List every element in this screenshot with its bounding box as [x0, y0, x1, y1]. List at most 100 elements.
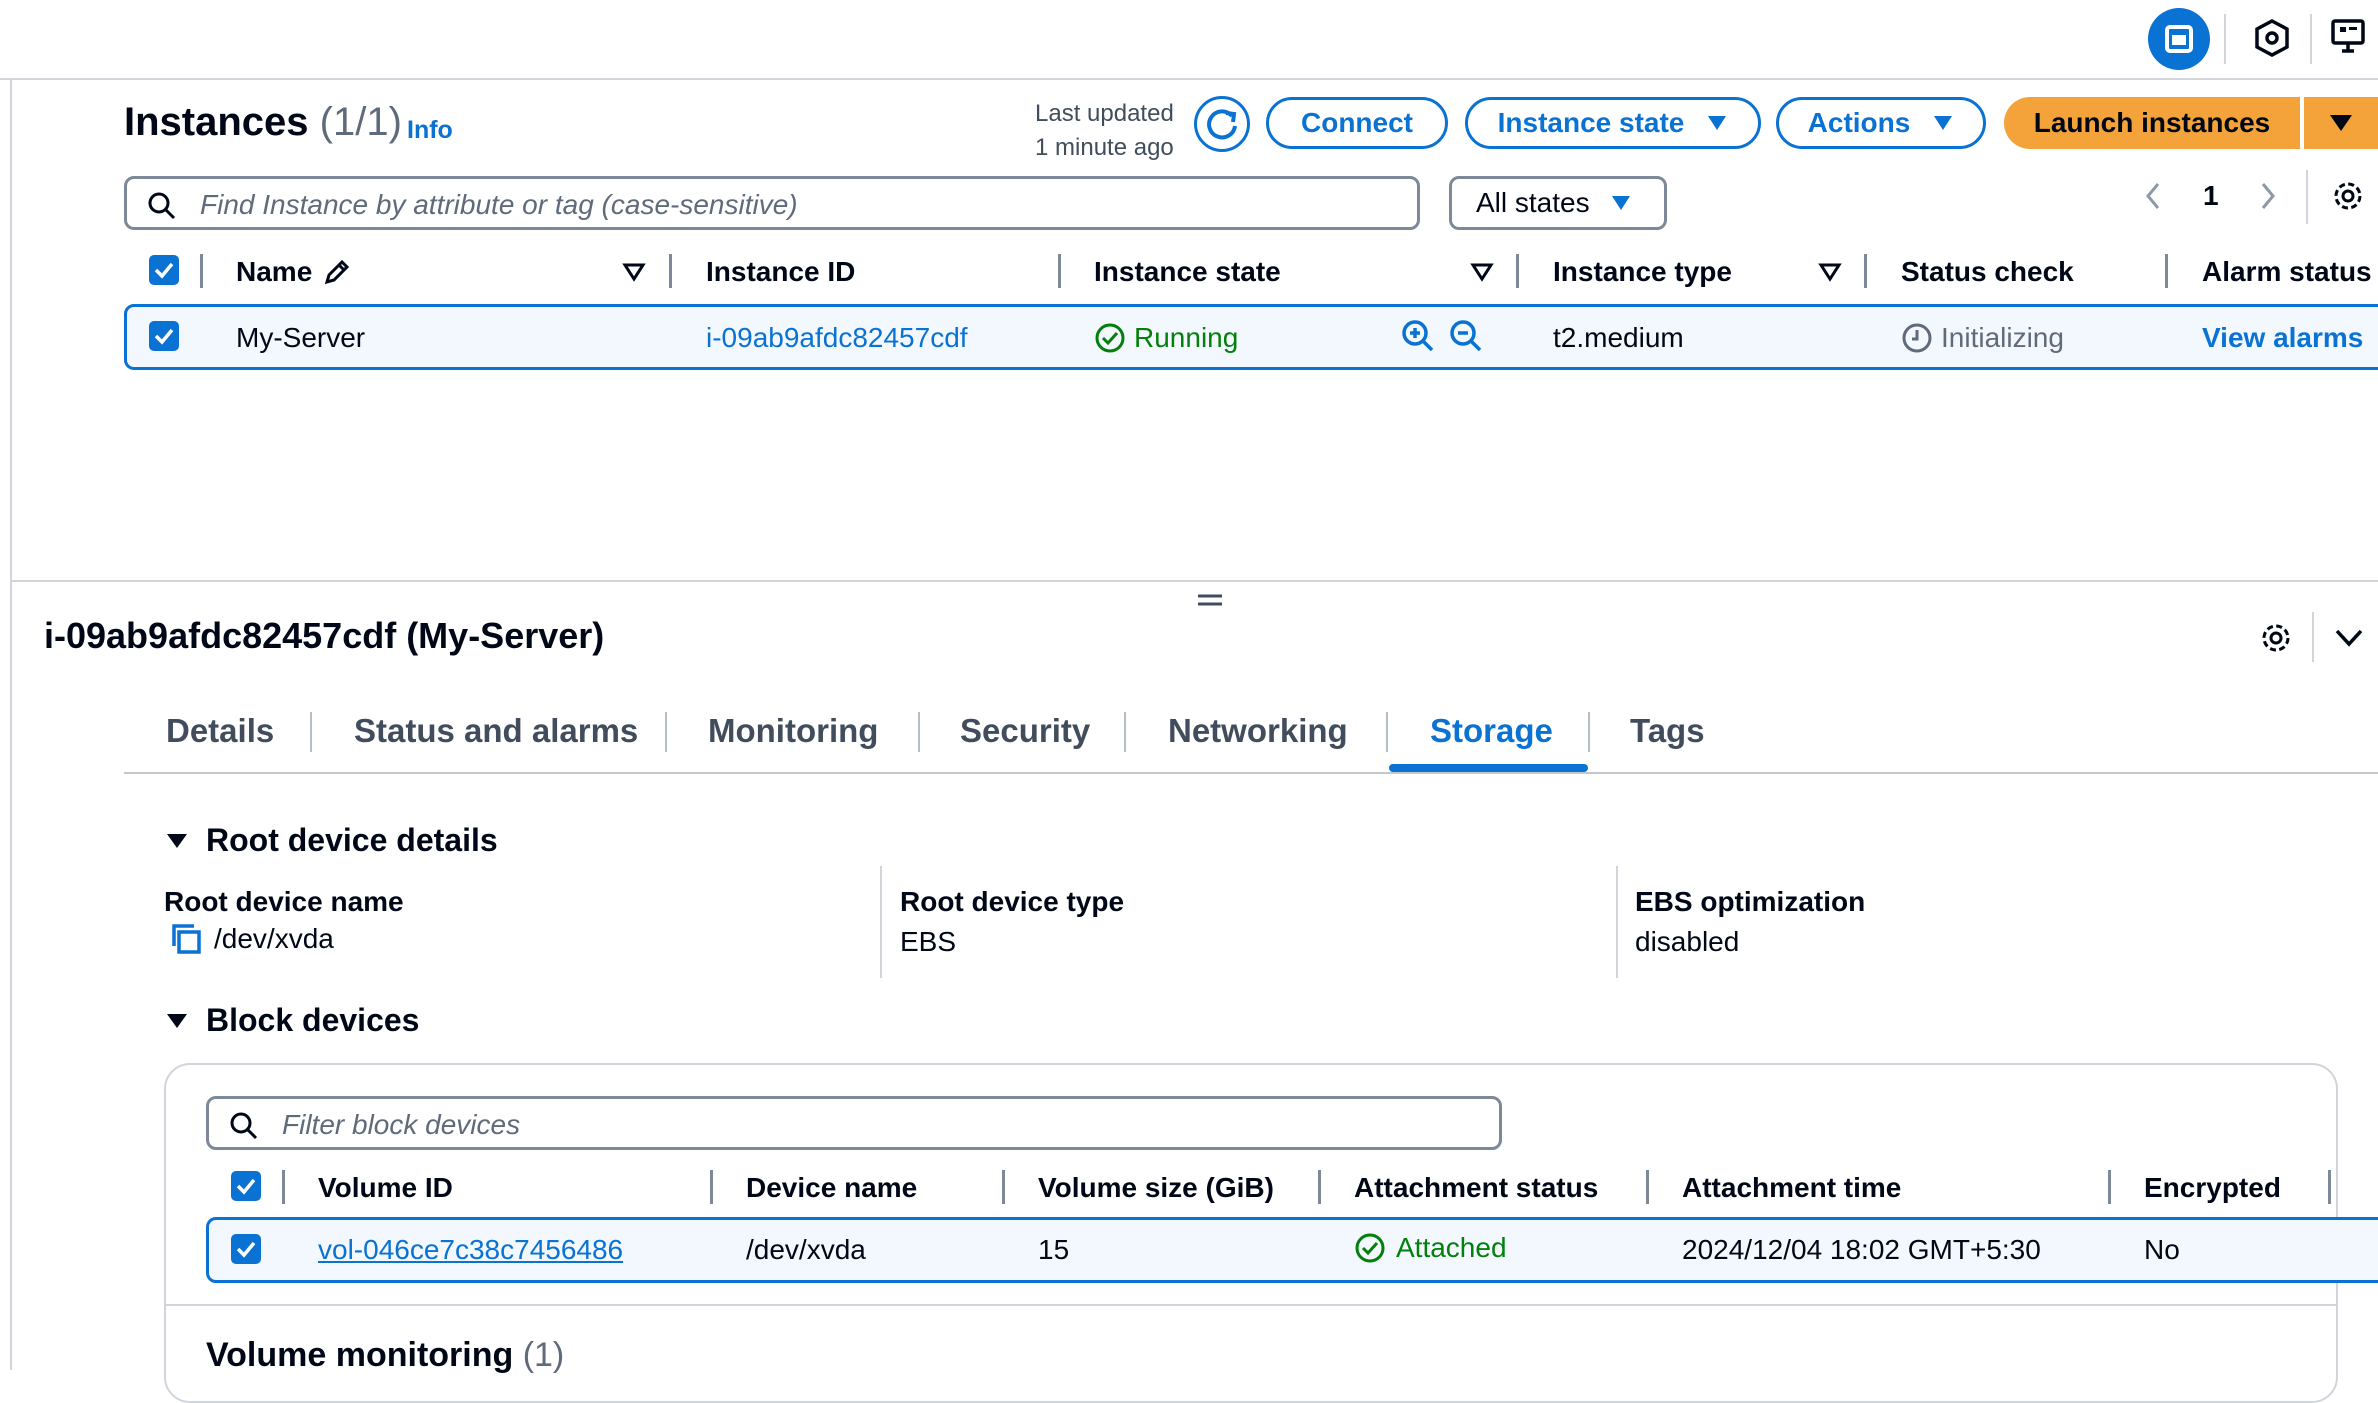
column-divider — [1516, 254, 1519, 288]
monitor-icon[interactable] — [2330, 18, 2370, 58]
gear-icon[interactable] — [2330, 178, 2366, 214]
active-tab-indicator — [1389, 764, 1588, 772]
caret-down-icon — [1708, 116, 1727, 130]
block-section-header[interactable]: Block devices — [166, 1002, 419, 1039]
col-header-encrypted[interactable]: Encrypted — [2144, 1172, 2281, 1204]
status-check-badge: Initializing — [1901, 322, 2064, 354]
instance-state-label: Instance state — [1497, 107, 1685, 138]
block-filter-input[interactable]: Filter block devices — [206, 1096, 1502, 1150]
attachment-status-badge: Attached — [1354, 1232, 1507, 1264]
instances-count: (1/1) — [319, 100, 402, 144]
root-section-header[interactable]: Root device details — [166, 822, 498, 859]
page-title: Instances (1/1) — [124, 100, 402, 145]
connect-button[interactable]: Connect — [1266, 97, 1448, 149]
launch-dropdown-button[interactable] — [2304, 97, 2378, 149]
kv-divider — [880, 866, 882, 978]
col-header-name[interactable]: Name — [236, 256, 352, 288]
instance-id-link[interactable]: i-09ab9afdc82457cdf — [706, 322, 968, 354]
gear-icon[interactable] — [2258, 620, 2294, 656]
column-divider — [669, 254, 672, 288]
content-left-border — [10, 78, 12, 1370]
column-divider — [2328, 1170, 2331, 1204]
chevron-down-icon[interactable] — [2334, 626, 2364, 650]
zoom-out-icon[interactable] — [1448, 318, 1484, 354]
col-header-device-name[interactable]: Device name — [746, 1172, 917, 1204]
copy-icon[interactable] — [170, 922, 204, 956]
tab-security[interactable]: Security — [960, 712, 1090, 750]
col-header-instance-state[interactable]: Instance state — [1094, 256, 1281, 288]
instance-state-value: Running — [1134, 322, 1239, 353]
tab-networking[interactable]: Networking — [1168, 712, 1348, 750]
actions-button[interactable]: Actions — [1776, 97, 1986, 149]
detail-title: i-09ab9afdc82457cdf (My-Server) — [44, 615, 605, 656]
launch-instances-button[interactable]: Launch instances — [2004, 97, 2300, 149]
ebs-opt-value: disabled — [1635, 926, 1740, 957]
tab-tags[interactable]: Tags — [1630, 712, 1705, 750]
last-updated-label: Last updated — [1035, 100, 1174, 127]
page-number[interactable]: 1 — [2203, 180, 2219, 212]
tab-divider — [1124, 712, 1126, 752]
volume-size-value: 15 — [1038, 1234, 1070, 1265]
block-section-title: Block devices — [206, 1002, 420, 1038]
instance-state-button[interactable]: Instance state — [1465, 97, 1761, 149]
search-placeholder: Find Instance by attribute or tag (case-… — [200, 189, 798, 220]
tab-divider — [665, 712, 667, 752]
pagination-divider — [2306, 170, 2308, 224]
connect-label: Connect — [1301, 107, 1413, 138]
panel-toggle-icon[interactable] — [2148, 8, 2210, 70]
success-check-icon — [1355, 1233, 1385, 1263]
sort-icon[interactable] — [1470, 262, 1494, 282]
last-updated-value: 1 minute ago — [1035, 134, 1174, 161]
kv-divider — [1616, 866, 1618, 978]
root-section-title: Root device details — [206, 822, 498, 858]
col-header-instance-id[interactable]: Instance ID — [706, 256, 855, 288]
column-divider — [1646, 1170, 1649, 1204]
column-divider — [1318, 1170, 1321, 1204]
root-name-label: Root device name — [164, 886, 404, 917]
instance-name: My-Server — [236, 322, 366, 353]
col-header-attachment-time[interactable]: Attachment time — [1682, 1172, 1901, 1204]
tab-storage[interactable]: Storage — [1430, 712, 1553, 750]
block-table-bottom-divider — [166, 1304, 2336, 1306]
sort-icon[interactable] — [1818, 262, 1842, 282]
col-header-volume-size[interactable]: Volume size (GiB) — [1038, 1172, 1274, 1204]
chevron-left-icon[interactable] — [2143, 180, 2163, 212]
top-bar — [0, 0, 2378, 80]
block-row-checkbox[interactable] — [231, 1234, 261, 1264]
tab-details[interactable]: Details — [166, 712, 274, 750]
select-all-checkbox[interactable] — [149, 255, 179, 285]
chevron-right-icon[interactable] — [2258, 180, 2278, 212]
zoom-in-icon[interactable] — [1400, 318, 1436, 354]
root-type-value: EBS — [900, 926, 957, 957]
view-alarms-link[interactable]: View alarms — [2202, 322, 2363, 354]
col-header-volume-id[interactable]: Volume ID — [318, 1172, 453, 1204]
expand-caret-icon — [167, 1013, 187, 1028]
refresh-button[interactable] — [1194, 96, 1250, 152]
block-select-all-checkbox[interactable] — [231, 1171, 261, 1201]
col-header-instance-type[interactable]: Instance type — [1553, 256, 1732, 288]
row-checkbox[interactable] — [149, 321, 179, 351]
column-divider — [2165, 254, 2168, 288]
tab-status-and-alarms[interactable]: Status and alarms — [354, 712, 638, 750]
volume-id-link[interactable]: vol-046ce7c38c7456486 — [318, 1234, 623, 1266]
col-name-label: Name — [236, 256, 313, 287]
states-filter-select[interactable]: All states — [1449, 176, 1667, 230]
attachment-status-value: Attached — [1396, 1232, 1507, 1263]
sort-icon[interactable] — [622, 262, 646, 282]
col-header-status-check[interactable]: Status check — [1901, 256, 2074, 288]
col-header-attachment-status[interactable]: Attachment status — [1354, 1172, 1598, 1204]
states-filter-value: All states — [1476, 187, 1590, 218]
refresh-icon — [1207, 109, 1237, 140]
actions-label: Actions — [1807, 107, 1911, 138]
col-header-alarm-status[interactable]: Alarm status — [2202, 256, 2372, 288]
column-divider — [200, 254, 203, 288]
settings-hex-icon[interactable] — [2254, 18, 2290, 58]
resize-handle-icon[interactable] — [1197, 592, 1223, 608]
detail-header-divider — [2312, 612, 2314, 662]
topbar-divider — [2224, 14, 2226, 64]
instance-search-input[interactable]: Find Instance by attribute or tag (case-… — [124, 176, 1420, 230]
attachment-time-value: 2024/12/04 18:02 GMT+5:30 — [1682, 1234, 2041, 1265]
info-link[interactable]: Info — [407, 116, 453, 145]
search-icon — [148, 192, 176, 220]
tab-monitoring[interactable]: Monitoring — [708, 712, 878, 750]
